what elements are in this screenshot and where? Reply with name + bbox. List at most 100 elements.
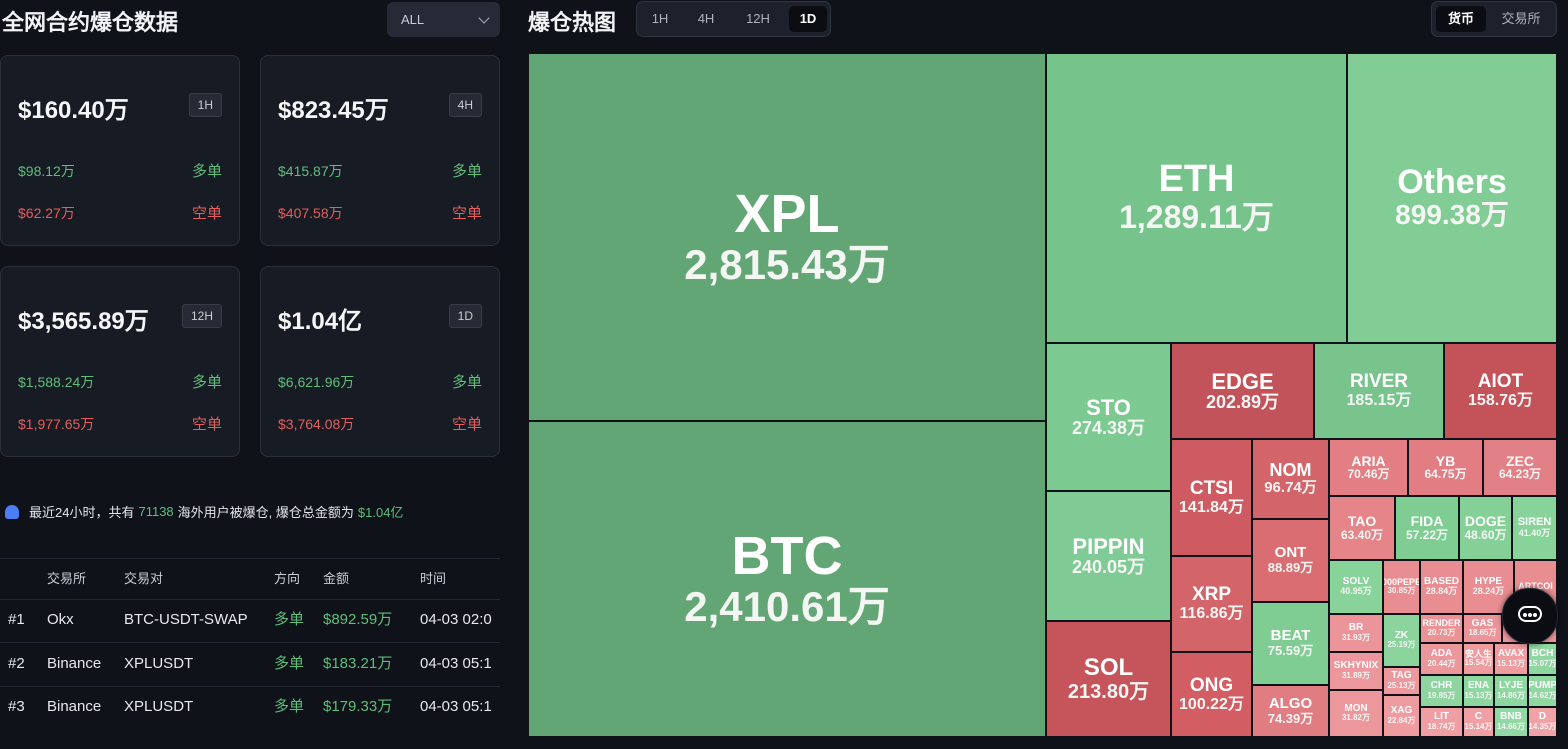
treemap-tile-c[interactable]: C 15.14万 [1463, 707, 1494, 737]
view-switch: 货币 交易所 [1431, 1, 1557, 37]
tile-content: BTC 2,410.61万 [529, 422, 1045, 736]
tab-4h[interactable]: 4H [683, 6, 729, 32]
tile-content: ALGO 74.39万 [1253, 686, 1328, 736]
treemap-tile-tao[interactable]: TAO 63.40万 [1329, 496, 1395, 560]
treemap-tile-br[interactable]: BR 31.93万 [1329, 614, 1383, 652]
treemap-tile-zk[interactable]: ZK 25.19万 [1383, 614, 1420, 667]
treemap-tile-d[interactable]: D 14.35万 [1528, 707, 1557, 737]
treemap-tile-xpl[interactable]: XPL 2,815.43万 [528, 53, 1046, 421]
tile-value: 20.73万 [1427, 627, 1456, 637]
tile-symbol: NOM [1269, 460, 1312, 481]
treemap-tile-algo[interactable]: ALGO 74.39万 [1252, 685, 1329, 737]
treemap-tile-yb[interactable]: YB 64.75万 [1408, 439, 1483, 496]
tile-symbol: TAO [1347, 513, 1377, 530]
tile-content: Others 899.38万 [1348, 54, 1556, 342]
tile-symbol: DOGE [1464, 513, 1507, 530]
tile-value: 48.60万 [1464, 527, 1507, 542]
tile-value: 41.40万 [1518, 527, 1551, 538]
chat-dot [1528, 613, 1532, 617]
treemap-tile-[interactable]: 安人生 15.54万 [1463, 643, 1494, 675]
treemap-tile-edge[interactable]: EDGE 202.89万 [1171, 343, 1314, 439]
tile-content: CHR 19.85万 [1421, 676, 1462, 706]
treemap-tile-000pepe[interactable]: 000PEPE 30.85万 [1383, 560, 1420, 614]
treemap-tile-render[interactable]: RENDER 20.73万 [1420, 614, 1463, 643]
card-long-label: 多单 [191, 163, 222, 180]
treemap-tile-ena[interactable]: ENA 15.13万 [1463, 675, 1494, 707]
tile-symbol: BTC [731, 525, 843, 586]
tile-content: RENDER 20.73万 [1421, 615, 1462, 642]
treemap-tile-aiot[interactable]: AIOT 158.76万 [1444, 343, 1557, 439]
treemap-tile-btc[interactable]: BTC 2,410.61万 [528, 421, 1046, 737]
treemap-tile-ont[interactable]: ONT 88.89万 [1252, 519, 1329, 602]
treemap-tile-eth[interactable]: ETH 1,289.11万 [1046, 53, 1347, 343]
tile-content: MON 31.82万 [1330, 691, 1382, 736]
treemap-tile-chr[interactable]: CHR 19.85万 [1420, 675, 1463, 707]
exchange-filter-dropdown[interactable]: ALL [387, 2, 500, 37]
row-rank: #1 [8, 611, 25, 628]
view-coin-button[interactable]: 货币 [1436, 6, 1486, 32]
table-row[interactable]: #1 Okx BTC-USDT-SWAP 多单 $892.59万 04-03 0… [0, 599, 500, 643]
treemap-tile-avax[interactable]: AVAX 15.13万 [1494, 643, 1528, 675]
tile-content: BCH 15.07万 [1529, 644, 1556, 674]
treemap-tile-ong[interactable]: ONG 100.22万 [1171, 652, 1252, 737]
tile-symbol: ONT [1274, 544, 1307, 562]
treemap-tile-river[interactable]: RIVER 185.15万 [1314, 343, 1444, 439]
treemap-tile-sol[interactable]: SOL 213.80万 [1046, 621, 1171, 737]
notice-prefix: 最近24小时，共有 [29, 505, 135, 520]
treemap-tile-lit[interactable]: LIT 18.74万 [1420, 707, 1463, 737]
tile-content: ONT 88.89万 [1253, 520, 1328, 601]
treemap-tile-based[interactable]: BASED 28.84万 [1420, 560, 1463, 614]
treemap-tile-solv[interactable]: SOLV 40.95万 [1329, 560, 1383, 614]
column-header-time: 时间 [420, 571, 447, 586]
tile-content: PUMP 14.62万 [1529, 676, 1556, 706]
tile-content: LYJE 14.86万 [1495, 676, 1527, 706]
card-short-value: $3,764.08万 [278, 416, 355, 432]
treemap-tile-lyje[interactable]: LYJE 14.86万 [1494, 675, 1528, 707]
treemap-tile-xag[interactable]: XAG 22.84万 [1383, 695, 1420, 737]
treemap-tile-siren[interactable]: SIREN 41.40万 [1512, 496, 1557, 560]
tile-content: ZEC 64.23万 [1484, 440, 1556, 495]
tile-value: 75.59万 [1267, 643, 1314, 659]
tab-1h[interactable]: 1H [641, 6, 679, 32]
treemap-tile-gas[interactable]: GAS 18.65万 [1463, 614, 1502, 643]
tile-value: 15.07万 [1528, 658, 1557, 668]
treemap-tile-bnb[interactable]: BNB 14.66万 [1494, 707, 1528, 737]
treemap-tile-pump[interactable]: PUMP 14.62万 [1528, 675, 1557, 707]
tile-value: 240.05万 [1071, 556, 1146, 577]
treemap-tile-aria[interactable]: ARIA 70.46万 [1329, 439, 1408, 496]
treemap-tile-beat[interactable]: BEAT 75.59万 [1252, 602, 1329, 685]
tile-content: FIDA 57.22万 [1396, 497, 1458, 559]
treemap-tile-xrp[interactable]: XRP 116.86万 [1171, 556, 1252, 652]
tile-content: PIPPIN 240.05万 [1047, 492, 1170, 620]
notice-total-amount: $1.04亿 [357, 505, 404, 520]
tile-content: XRP 116.86万 [1172, 557, 1251, 651]
chevron-down-icon [478, 11, 490, 24]
treemap-tile-sto[interactable]: STO 274.38万 [1046, 343, 1171, 491]
tab-12h[interactable]: 12H [733, 6, 783, 32]
tab-1d[interactable]: 1D [789, 6, 827, 32]
notice-middle: 海外用户被爆仓, 爆仓总金额为 [177, 505, 354, 520]
treemap-tile-bch[interactable]: BCH 15.07万 [1528, 643, 1557, 675]
card-long-label: 多单 [451, 163, 482, 180]
chat-button[interactable] [1502, 588, 1558, 644]
view-exchange-button[interactable]: 交易所 [1490, 6, 1552, 32]
treemap-tile-others[interactable]: Others 899.38万 [1347, 53, 1557, 343]
tile-content: BR 31.93万 [1330, 615, 1382, 651]
tile-content: DOGE 48.60万 [1460, 497, 1511, 559]
treemap-tile-fida[interactable]: FIDA 57.22万 [1395, 496, 1459, 560]
tile-content: RIVER 185.15万 [1315, 344, 1443, 438]
tile-value: 899.38万 [1395, 199, 1509, 231]
treemap-tile-zec[interactable]: ZEC 64.23万 [1483, 439, 1557, 496]
table-row[interactable]: #2 Binance XPLUSDT 多单 $183.21万 04-03 05:… [0, 643, 500, 687]
table-row[interactable]: #3 Binance XPLUSDT 多单 $179.33万 04-03 05:… [0, 686, 500, 729]
treemap-tile-doge[interactable]: DOGE 48.60万 [1459, 496, 1512, 560]
treemap-tile-pippin[interactable]: PIPPIN 240.05万 [1046, 491, 1171, 621]
row-side: 多单 [274, 655, 305, 672]
treemap-tile-ctsi[interactable]: CTSI 141.84万 [1171, 439, 1252, 556]
treemap-tile-ada[interactable]: ADA 20.44万 [1420, 643, 1463, 675]
treemap-tile-tag[interactable]: TAG 25.13万 [1383, 667, 1420, 695]
treemap-tile-nom[interactable]: NOM 96.74万 [1252, 439, 1329, 519]
treemap-tile-skhynix[interactable]: SKHYNIX 31.89万 [1329, 652, 1383, 690]
treemap-tile-mon[interactable]: MON 31.82万 [1329, 690, 1383, 737]
tile-content: STO 274.38万 [1047, 344, 1170, 490]
